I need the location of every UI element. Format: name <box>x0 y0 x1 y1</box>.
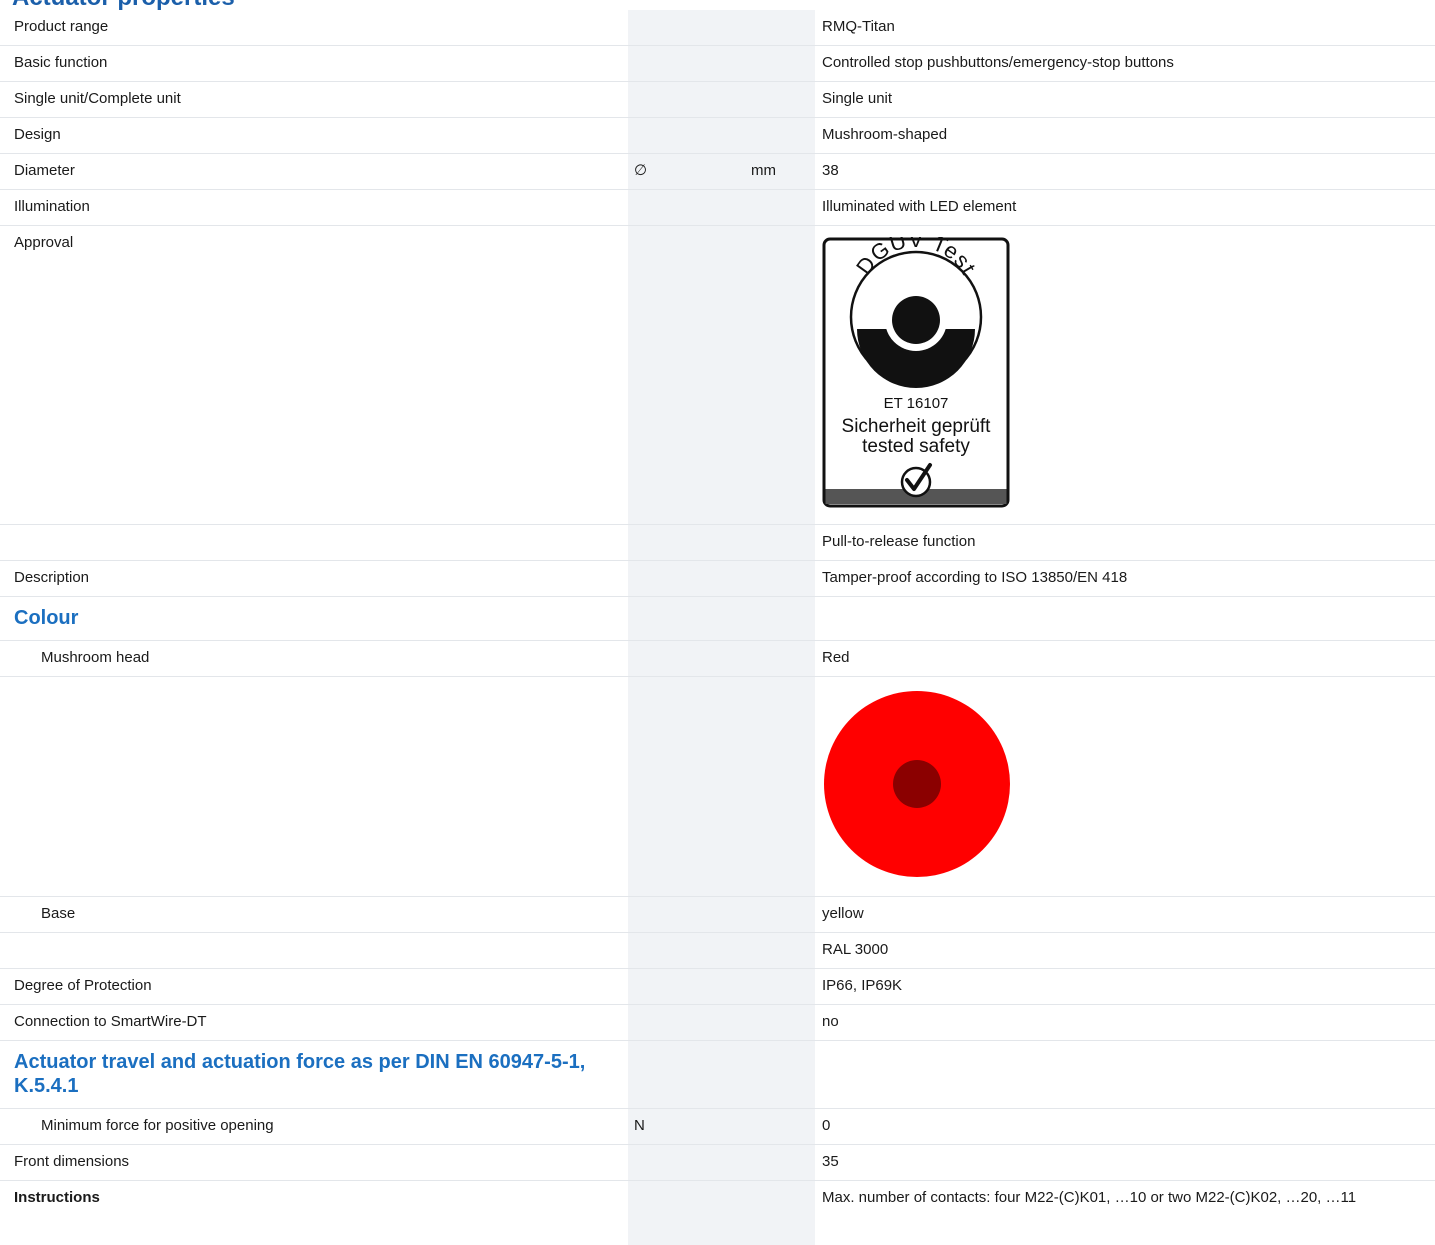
table-row: RAL 3000 <box>0 932 1435 969</box>
colour-swatch-cell <box>815 676 1435 897</box>
table-row: Description Tamper-proof according to IS… <box>0 560 1435 597</box>
table-row: Basic function Controlled stop pushbutto… <box>0 45 1435 82</box>
row-label: Approval <box>0 225 628 525</box>
row-label: Illumination <box>0 189 628 226</box>
dguv-test-badge-icon: DGUV Test ET 16107 Sicherheit geprüft te… <box>822 227 1010 508</box>
table-row: Connection to SmartWire-DT no <box>0 1004 1435 1041</box>
row-value: yellow <box>815 896 1435 933</box>
row-value: Controlled stop pushbuttons/emergency-st… <box>815 45 1435 82</box>
mushroom-head-swatch-icon <box>824 691 1010 877</box>
row-value: Pull-to-release function <box>815 524 1435 561</box>
table-row: Minimum force for positive opening N 0 <box>0 1108 1435 1145</box>
row-value: no <box>815 1004 1435 1041</box>
row-label: Degree of Protection <box>0 968 628 1005</box>
row-value: Single unit <box>815 81 1435 118</box>
row-value: RMQ-Titan <box>815 10 1435 46</box>
table-row <box>0 676 1435 897</box>
badge-line1: Sicherheit geprüft <box>842 416 992 437</box>
table-row: Mushroom head Red <box>0 640 1435 677</box>
row-value: 35 <box>815 1144 1435 1181</box>
badge-line2: tested safety <box>862 436 970 457</box>
row-label: Connection to SmartWire-DT <box>0 1004 628 1041</box>
row-value: Tamper-proof according to ISO 13850/EN 4… <box>815 560 1435 597</box>
row-label: Design <box>0 117 628 154</box>
page-heading: Actuator properties <box>12 0 235 10</box>
approval-logo-cell: DGUV Test ET 16107 Sicherheit geprüft te… <box>815 225 1435 525</box>
row-value: RAL 3000 <box>815 932 1435 969</box>
section-title-actuator-travel: Actuator travel and actuation force as p… <box>0 1040 628 1109</box>
row-value: Red <box>815 640 1435 677</box>
badge-cert-number: ET 16107 <box>884 395 949 412</box>
section-header-row: Colour <box>0 596 1435 641</box>
diameter-symbol: ∅ <box>628 153 745 190</box>
table-row: Degree of Protection IP66, IP69K <box>0 968 1435 1005</box>
table-row: Front dimensions 35 <box>0 1144 1435 1181</box>
row-value: Max. number of contacts: four M22-(C)K01… <box>822 1189 1357 1206</box>
unit-label: N <box>628 1108 745 1145</box>
table-row: Approval DGUV Test ET 16107 Sicherheit g… <box>0 225 1435 525</box>
row-label: Description <box>0 560 628 597</box>
row-label: Base <box>0 896 628 933</box>
table-row: Product range RMQ-Titan <box>0 10 1435 46</box>
section-title-colour: Colour <box>0 596 628 641</box>
row-label: Diameter <box>0 153 628 190</box>
section-header-row: Actuator travel and actuation force as p… <box>0 1040 1435 1109</box>
row-value: 38 <box>815 153 1435 190</box>
row-value: Illuminated with LED element <box>815 189 1435 226</box>
row-label: Instructions <box>14 1189 100 1206</box>
row-label: Basic function <box>0 45 628 82</box>
table-row: Base yellow <box>0 896 1435 933</box>
table-row: Diameter ∅ mm 38 <box>0 153 1435 190</box>
row-label: Single unit/Complete unit <box>0 81 628 118</box>
table-row: Single unit/Complete unit Single unit <box>0 81 1435 118</box>
spec-table: Product range RMQ-Titan Basic function C… <box>0 10 1435 1216</box>
row-label: Minimum force for positive opening <box>0 1108 628 1145</box>
table-row: Illumination Illuminated with LED elemen… <box>0 189 1435 226</box>
row-value: 0 <box>815 1108 1435 1145</box>
row-label: Mushroom head <box>0 640 628 677</box>
row-value: IP66, IP69K <box>815 968 1435 1005</box>
table-row: Design Mushroom-shaped <box>0 117 1435 154</box>
unit-label: mm <box>745 153 815 190</box>
row-value: Mushroom-shaped <box>815 117 1435 154</box>
row-label: Front dimensions <box>0 1144 628 1181</box>
row-label: Product range <box>0 10 628 46</box>
table-row: Instructions Max. number of contacts: fo… <box>0 1181 1435 1217</box>
table-row: Pull-to-release function <box>0 524 1435 561</box>
